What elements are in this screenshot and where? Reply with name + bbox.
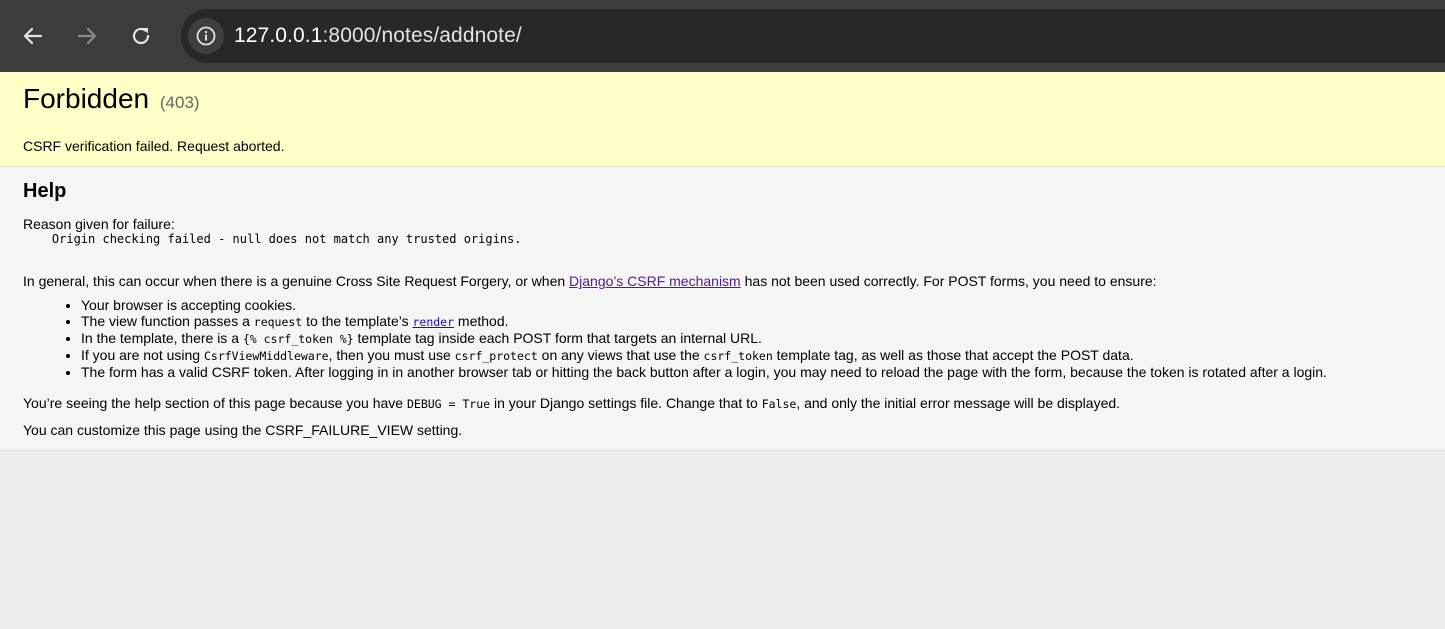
list-item: The view function passes a request to th… [81,313,1327,330]
code-csrf-middleware: CsrfViewMiddleware [203,349,329,363]
code-csrf-protect: csrf_protect [454,349,538,363]
help-section: Help Reason given for failure: Origin ch… [0,167,1445,451]
item-middleware-text-mid1: , then you must use [328,347,455,363]
customize-note: You can customize this page using the CS… [23,422,463,438]
url-path: :8000/notes/addnote/ [322,24,522,47]
address-bar[interactable]: 127.0.0.1:8000/notes/addnote/ [181,9,1445,63]
general-text-post: has not been used correctly. For POST fo… [740,273,1157,289]
debug-text-mid: in your Django settings file. Change tha… [490,395,762,411]
item-view-text-post: method. [454,313,509,329]
status-code: (403) [159,93,200,112]
general-explanation: In general, this can occur when there is… [23,273,1157,289]
list-item: The form has a valid CSRF token. After l… [81,364,1327,380]
render-link[interactable]: render [412,313,454,329]
item-cookies-text: Your browser is accepting cookies. [81,297,297,313]
url-host: 127.0.0.1 [234,24,323,47]
item-template-text-post: template tag inside each POST form that … [353,330,762,346]
csrf-docs-link[interactable]: Django’s CSRF mechanism [569,273,741,289]
page-title: Forbidden (403) [23,83,200,115]
browser-toolbar: 127.0.0.1:8000/notes/addnote/ [0,0,1445,72]
general-text-pre: In general, this can occur when there is… [23,273,570,289]
item-view-text: The view function passes a [81,313,254,329]
url-text[interactable]: 127.0.0.1:8000/notes/addnote/ [234,24,522,48]
debug-text-post: , and only the initial error message wil… [796,395,1121,411]
code-request: request [253,315,303,329]
title-text: Forbidden [23,83,150,114]
reload-icon [132,27,150,45]
error-summary: Forbidden (403) CSRF verification failed… [0,72,1445,167]
list-item: If you are not using CsrfViewMiddleware,… [81,347,1327,364]
item-token-text: The form has a valid CSRF token. After l… [81,364,1327,380]
item-view-text-mid: to the template’s [302,313,413,329]
code-debug-true: DEBUG = True [406,397,491,411]
code-csrf-token: csrf_token [703,349,773,363]
forward-button[interactable] [72,22,102,50]
item-middleware-text: If you are not using [81,347,204,363]
info-icon[interactable] [188,18,224,54]
requirements-list: Your browser is accepting cookies. The v… [23,297,1327,380]
code-false: False [761,397,797,411]
error-message: CSRF verification failed. Request aborte… [23,138,285,154]
code-csrf-token-tag: {% csrf_token %} [242,332,354,346]
item-middleware-text-mid2: on any views that use the [537,347,704,363]
help-heading: Help [23,180,67,202]
reason-label: Reason given for failure: [23,216,175,232]
list-item: Your browser is accepting cookies. [81,297,1327,313]
reload-button[interactable] [126,22,156,50]
item-template-text: In the template, there is a [81,330,243,346]
debug-text-pre: You’re seeing the help section of this p… [23,395,407,411]
list-item: In the template, there is a {% csrf_toke… [81,330,1327,347]
item-middleware-text-post: template tag, as well as those that acce… [772,347,1134,363]
back-button[interactable] [18,22,48,50]
code-render: render [412,315,455,329]
forward-arrow-icon [77,27,97,45]
debug-note: You’re seeing the help section of this p… [23,395,1120,411]
back-arrow-icon [23,27,43,45]
reason-detail: Origin checking failed - null does not m… [23,232,522,246]
